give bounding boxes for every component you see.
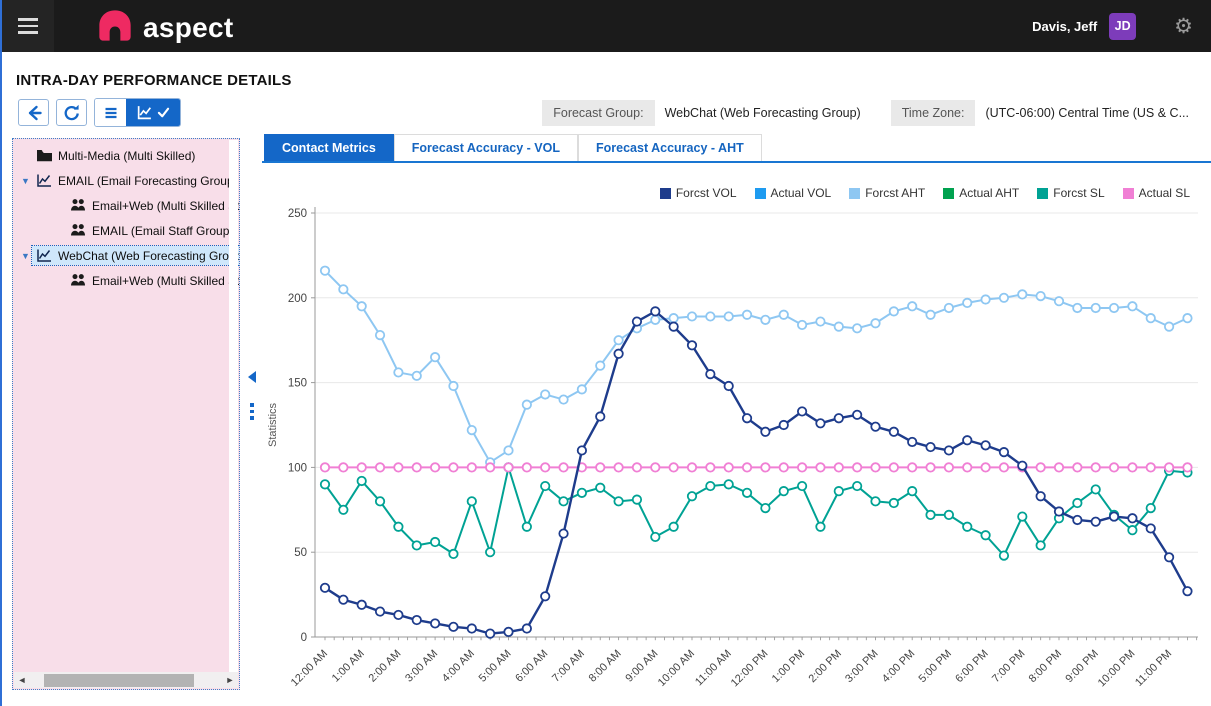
tab-forecast-accuracy-aht[interactable]: Forecast Accuracy - AHT xyxy=(578,134,762,161)
chart-icon xyxy=(36,248,53,263)
filter-bar: Forecast Group: WebChat (Web Forecasting… xyxy=(542,100,1199,126)
tree-item-label: Multi-Media (Multi Skilled) xyxy=(58,149,195,163)
svg-text:1:00 AM: 1:00 AM xyxy=(330,648,367,685)
svg-text:8:00 AM: 8:00 AM xyxy=(587,648,624,685)
tab-contact-metrics[interactable]: Contact Metrics xyxy=(264,134,394,161)
time-zone-value: (UTC-06:00) Central Time (US & C... xyxy=(975,100,1199,126)
tree-item-label: WebChat (Web Forecasting Group) xyxy=(58,249,240,263)
svg-text:250: 250 xyxy=(288,208,307,220)
svg-text:5:00 PM: 5:00 PM xyxy=(917,648,954,685)
user-name: Davis, Jeff xyxy=(1032,19,1097,34)
refresh-button[interactable] xyxy=(56,99,87,126)
list-view-icon xyxy=(102,104,120,122)
tree-item-label: Email+Web (Multi Skilled Staff Gro xyxy=(92,199,240,213)
scroll-right-icon[interactable]: ► xyxy=(222,672,238,688)
forecast-group-label: Forecast Group: xyxy=(542,100,654,126)
expander-caret-icon[interactable]: ▼ xyxy=(19,251,32,261)
intraday-statistics-chart: 0 50 100 150 200 250 Statistics 12:00 AM1:00 AM… xyxy=(262,165,1211,705)
tab-bar: Contact MetricsForecast Accuracy - VOLFo… xyxy=(262,134,1211,163)
tree-item-body[interactable]: Email+Web (Multi Skilled Staff Gro xyxy=(66,271,240,290)
svg-text:7:00 PM: 7:00 PM xyxy=(990,648,1027,685)
svg-text:200: 200 xyxy=(288,293,307,305)
sidebar-vertical-scrollbar[interactable] xyxy=(229,140,238,672)
refresh-icon xyxy=(62,103,82,123)
top-header: aspect Davis, Jeff JD ⚙ xyxy=(2,0,1211,52)
svg-text:100: 100 xyxy=(288,462,307,474)
svg-text:0: 0 xyxy=(301,632,307,644)
svg-text:6:00 AM: 6:00 AM xyxy=(513,648,550,685)
tree-item-email-email-forecasting-group[interactable]: ▼ EMAIL (Email Forecasting Group) xyxy=(13,168,239,193)
svg-text:9:00 AM: 9:00 AM xyxy=(623,648,660,685)
svg-text:6:00 PM: 6:00 PM xyxy=(953,648,990,685)
people-icon xyxy=(70,198,87,213)
scroll-left-icon[interactable]: ◄ xyxy=(14,672,30,688)
chart-view-button[interactable] xyxy=(126,99,180,126)
svg-text:2:00 PM: 2:00 PM xyxy=(806,648,843,685)
tree-item-label: EMAIL (Email Forecasting Group) xyxy=(58,174,238,188)
tree-item-email-email-staff-group[interactable]: ▼EMAIL (Email Staff Group) xyxy=(47,218,239,243)
expander-caret-icon[interactable]: ▼ xyxy=(19,176,32,186)
svg-text:11:00 AM: 11:00 AM xyxy=(693,648,734,689)
time-zone-label: Time Zone: xyxy=(891,100,976,126)
tree-item-label: EMAIL (Email Staff Group) xyxy=(92,224,233,238)
svg-text:9:00 PM: 9:00 PM xyxy=(1063,648,1100,685)
avatar[interactable]: JD xyxy=(1109,13,1136,40)
splitter-grip[interactable] xyxy=(250,403,254,423)
view-toggle xyxy=(94,98,181,127)
svg-text:Statistics: Statistics xyxy=(267,402,279,447)
tree-item-body[interactable]: EMAIL (Email Forecasting Group) xyxy=(32,171,240,190)
scrollbar-thumb[interactable] xyxy=(44,674,194,687)
page-title: INTRA-DAY PERFORMANCE DETAILS xyxy=(16,72,292,89)
svg-text:7:00 AM: 7:00 AM xyxy=(550,648,587,685)
svg-text:150: 150 xyxy=(288,378,307,390)
forecast-group-tree: ▼Multi-Media (Multi Skilled)▼EMAIL (Emai… xyxy=(13,139,239,293)
svg-text:50: 50 xyxy=(294,547,307,559)
back-button[interactable] xyxy=(18,99,49,126)
tree-item-body[interactable]: Multi-Media (Multi Skilled) xyxy=(32,146,199,165)
people-icon xyxy=(70,273,87,288)
aspect-logo-icon xyxy=(96,9,134,43)
hamburger-menu-button[interactable] xyxy=(2,0,54,52)
tree-item-body[interactable]: Email+Web (Multi Skilled Staff Gro xyxy=(66,196,240,215)
tree-item-email-web-multi-skilled-staff-gro[interactable]: ▼Email+Web (Multi Skilled Staff Gro xyxy=(47,268,239,293)
sidebar-collapse-icon[interactable] xyxy=(248,371,256,383)
svg-text:8:00 PM: 8:00 PM xyxy=(1027,648,1064,685)
toolbar xyxy=(18,98,181,127)
list-view-button[interactable] xyxy=(95,99,126,126)
svg-text:3:00 AM: 3:00 AM xyxy=(403,648,440,685)
forecast-group-sidebar: ▼Multi-Media (Multi Skilled)▼EMAIL (Emai… xyxy=(12,138,240,690)
tree-item-label: Email+Web (Multi Skilled Staff Gro xyxy=(92,274,240,288)
chart-view-icon xyxy=(136,104,153,121)
chart-icon xyxy=(36,173,53,188)
tree-item-email-web-multi-skilled-staff-gro[interactable]: ▼Email+Web (Multi Skilled Staff Gro xyxy=(47,193,239,218)
settings-gear-icon[interactable]: ⚙ xyxy=(1174,16,1193,37)
forecast-group-value: WebChat (Web Forecasting Group) xyxy=(655,100,871,126)
tree-item-body[interactable]: WebChat (Web Forecasting Group) xyxy=(32,246,240,265)
tree-item-multi-media-multi-skilled[interactable]: ▼Multi-Media (Multi Skilled) xyxy=(13,143,239,168)
svg-text:4:00 PM: 4:00 PM xyxy=(880,648,917,685)
people-icon xyxy=(70,223,87,238)
svg-text:2:00 AM: 2:00 AM xyxy=(366,648,403,685)
svg-text:11:00 PM: 11:00 PM xyxy=(1133,648,1174,689)
svg-text:10:00 AM: 10:00 AM xyxy=(656,648,697,689)
svg-text:10:00 PM: 10:00 PM xyxy=(1096,648,1138,690)
tree-item-webchat-web-forecasting-group[interactable]: ▼ WebChat (Web Forecasting Group) xyxy=(13,243,239,268)
svg-text:12:00 PM: 12:00 PM xyxy=(729,648,771,690)
folder-icon xyxy=(36,148,53,163)
back-arrow-icon xyxy=(24,103,44,123)
svg-text:4:00 AM: 4:00 AM xyxy=(440,648,477,685)
svg-text:5:00 AM: 5:00 AM xyxy=(477,648,514,685)
check-icon xyxy=(156,105,171,120)
svg-text:1:00 PM: 1:00 PM xyxy=(770,648,807,685)
brand-text: aspect xyxy=(143,13,234,43)
tree-item-body[interactable]: EMAIL (Email Staff Group) xyxy=(66,221,237,240)
chart-panel: Contact MetricsForecast Accuracy - VOLFo… xyxy=(262,134,1211,706)
svg-text:3:00 PM: 3:00 PM xyxy=(843,648,880,685)
sidebar-horizontal-scrollbar[interactable]: ◄ ► xyxy=(14,672,238,688)
svg-text:12:00 AM: 12:00 AM xyxy=(289,648,330,689)
tab-forecast-accuracy-vol[interactable]: Forecast Accuracy - VOL xyxy=(394,134,578,161)
brand-logo[interactable]: aspect xyxy=(96,9,234,43)
